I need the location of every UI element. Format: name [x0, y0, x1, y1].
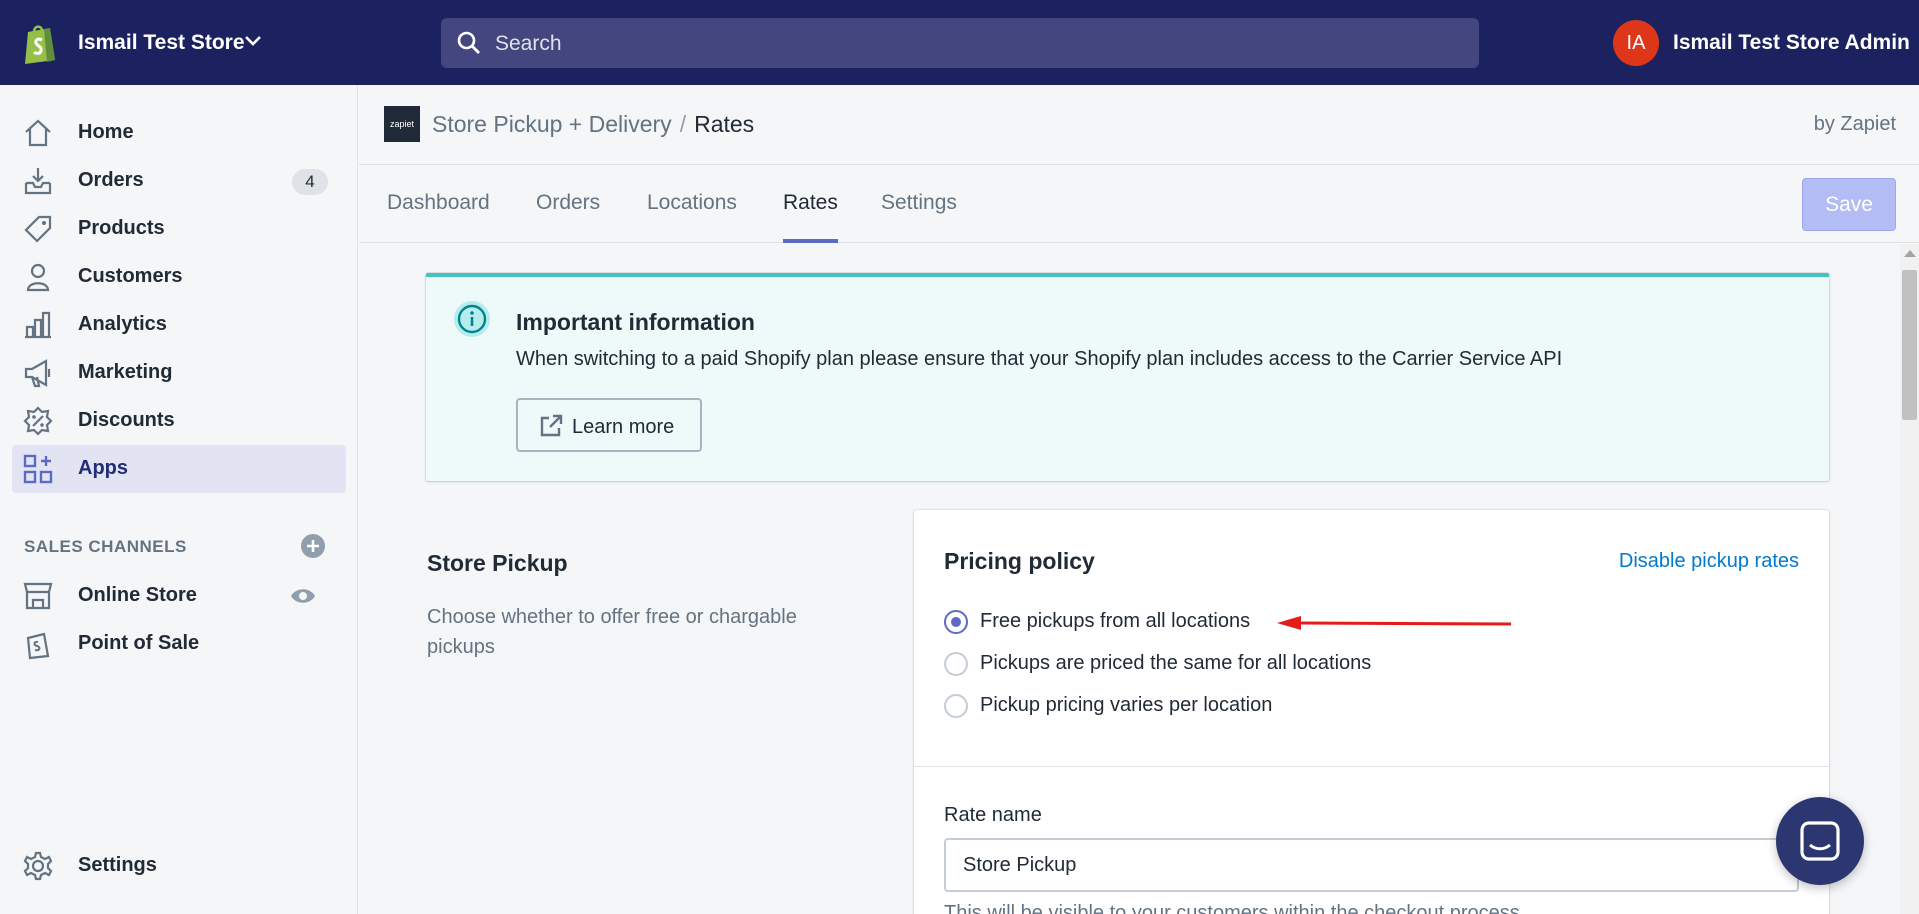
sidebar-item-label: Marketing: [78, 361, 173, 383]
scroll-up-arrow-icon[interactable]: [1904, 250, 1916, 257]
radio-button[interactable]: [944, 694, 968, 718]
sidebar-item-point-of-sale[interactable]: Point of Sale: [12, 620, 346, 668]
breadcrumb: Store Pickup + Delivery / Rates: [432, 111, 754, 138]
bar-chart-icon: [25, 311, 51, 339]
sidebar-item-label: Point of Sale: [78, 632, 200, 654]
orders-count-badge: 4: [292, 169, 328, 195]
scroll-thumb[interactable]: [1902, 270, 1917, 420]
radio-button[interactable]: [944, 652, 968, 676]
chat-icon: [1800, 821, 1840, 861]
search-icon: [457, 31, 480, 54]
section-title: Store Pickup: [427, 550, 568, 576]
add-channel-icon[interactable]: [300, 533, 326, 559]
sidebar-item-label: Orders: [78, 169, 144, 191]
sidebar-item-orders[interactable]: Orders 4: [12, 157, 346, 205]
eye-icon[interactable]: [290, 586, 316, 606]
sidebar-item-label: Discounts: [78, 409, 175, 431]
pos-bag-icon: [26, 632, 50, 660]
annotation-arrow-icon: [1277, 616, 1511, 630]
radio-label: Free pickups from all locations: [980, 610, 1251, 632]
radio-label: Pickup pricing varies per location: [980, 694, 1273, 716]
sidebar: Home Orders 4 Products Customers Analyti…: [0, 85, 358, 914]
main-area: zapiet Store Pickup + Delivery / Rates by …: [359, 85, 1919, 914]
sidebar-item-marketing[interactable]: Marketing: [12, 349, 346, 397]
orders-icon: [24, 168, 52, 195]
search-bar[interactable]: Search: [441, 18, 1479, 68]
sidebar-item-label: Settings: [78, 854, 157, 876]
tab-bar: Dashboard Orders Locations Rates Setting…: [359, 165, 1919, 243]
vertical-scrollbar[interactable]: [1900, 244, 1919, 914]
sidebar-item-label: Home: [78, 121, 134, 143]
page-content: Important information When switching to …: [359, 244, 1900, 914]
account-name[interactable]: Ismail Test Store Admin: [1673, 31, 1910, 55]
sidebar-item-discounts[interactable]: Discounts: [12, 397, 346, 445]
sidebar-item-label: Apps: [78, 457, 128, 479]
rate-name-label: Rate name: [944, 804, 1042, 826]
tab-orders[interactable]: Orders: [536, 191, 600, 243]
sidebar-item-label: Products: [78, 217, 165, 239]
info-icon: [454, 301, 490, 337]
sidebar-item-analytics[interactable]: Analytics: [12, 301, 346, 349]
app-header: zapiet Store Pickup + Delivery / Rates by …: [359, 85, 1919, 165]
breadcrumb-app-link[interactable]: Store Pickup + Delivery: [432, 111, 672, 137]
search-input[interactable]: Search: [495, 32, 562, 56]
top-bar: Ismail Test Store Search IA Ismail Test …: [0, 0, 1919, 85]
shopify-logo-icon[interactable]: [22, 22, 58, 64]
tag-icon: [24, 215, 52, 243]
info-banner: Important information When switching to …: [426, 273, 1829, 481]
home-icon: [25, 119, 51, 147]
zapiet-logo: zapiet: [384, 106, 420, 142]
external-link-icon: [540, 414, 563, 437]
learn-more-button[interactable]: Learn more: [516, 398, 702, 452]
sidebar-item-products[interactable]: Products: [12, 205, 346, 253]
sidebar-item-label: Analytics: [78, 313, 167, 335]
pricing-policy-card: Pricing policy Disable pickup rates Free…: [914, 510, 1829, 914]
radio-label: Pickups are priced the same for all loca…: [980, 652, 1372, 674]
tab-settings[interactable]: Settings: [881, 191, 957, 243]
store-name[interactable]: Ismail Test Store: [78, 31, 245, 55]
section-description: Choose whether to offer free or chargabl…: [427, 606, 797, 658]
sidebar-item-home[interactable]: Home: [12, 109, 346, 157]
sidebar-item-label: Customers: [78, 265, 183, 287]
chat-launcher-button[interactable]: [1776, 797, 1864, 885]
banner-title: Important information: [516, 309, 755, 335]
rate-name-input[interactable]: [944, 838, 1799, 892]
chevron-down-icon[interactable]: [244, 34, 262, 48]
card-title: Pricing policy: [944, 548, 1095, 574]
person-icon: [26, 263, 50, 292]
breadcrumb-separator: /: [679, 111, 687, 137]
store-icon: [23, 582, 53, 610]
breadcrumb-current: Rates: [694, 111, 755, 137]
sidebar-item-settings[interactable]: Settings: [12, 842, 346, 890]
tab-locations[interactable]: Locations: [647, 191, 737, 243]
rate-name-help: This will be visible to your customers w…: [944, 902, 1520, 914]
app-byline: by Zapiet: [1813, 113, 1896, 135]
disable-pickup-rates-link[interactable]: Disable pickup rates: [1619, 550, 1799, 573]
avatar[interactable]: IA: [1613, 20, 1659, 66]
banner-text: When switching to a paid Shopify plan pl…: [516, 348, 1563, 370]
apps-icon: [23, 454, 53, 484]
learn-more-label: Learn more: [572, 416, 675, 438]
sales-channels-heading: SALES CHANNELS: [24, 537, 187, 556]
discount-icon: [23, 406, 53, 436]
megaphone-icon: [24, 359, 51, 388]
gear-icon: [23, 851, 53, 881]
tab-rates[interactable]: Rates: [783, 191, 838, 243]
sidebar-item-apps[interactable]: Apps: [12, 445, 346, 493]
sidebar-item-label: Online Store: [78, 584, 197, 606]
sidebar-item-online-store[interactable]: Online Store: [12, 572, 346, 620]
sidebar-item-customers[interactable]: Customers: [12, 253, 346, 301]
tab-dashboard[interactable]: Dashboard: [387, 191, 490, 243]
divider: [914, 766, 1829, 767]
radio-button[interactable]: [944, 610, 968, 634]
save-button[interactable]: Save: [1802, 178, 1896, 231]
